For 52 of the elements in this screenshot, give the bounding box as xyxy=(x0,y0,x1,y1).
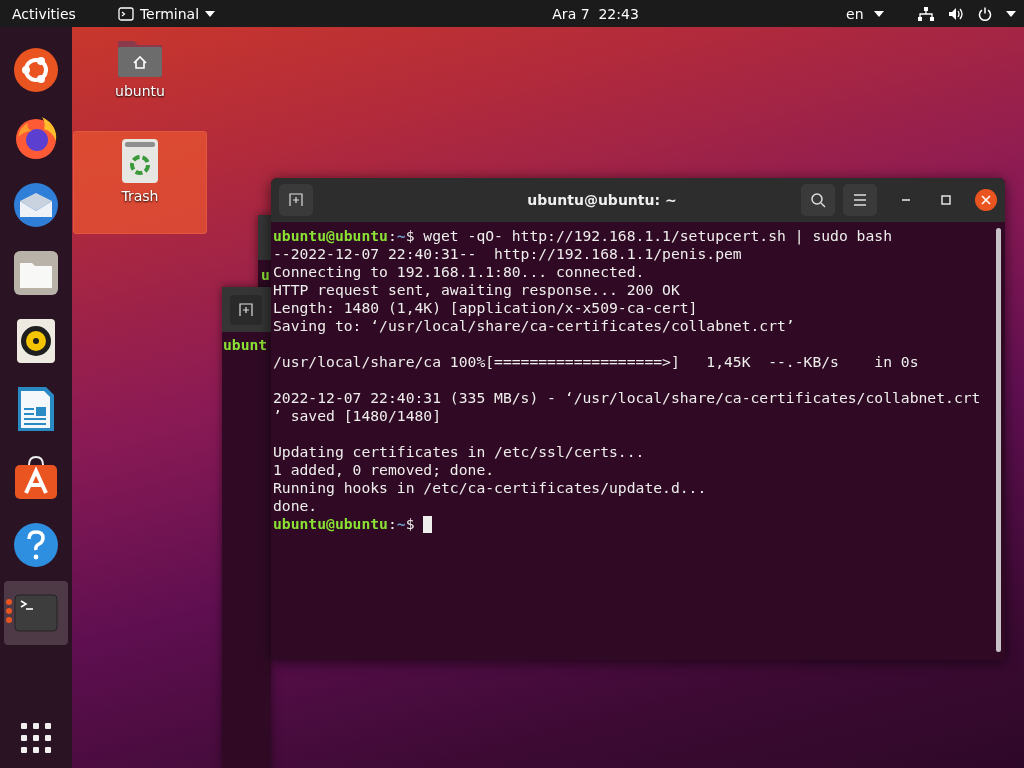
ubuntu-logo-icon xyxy=(12,45,60,93)
caret-icon xyxy=(205,10,216,17)
power-icon[interactable] xyxy=(978,6,992,21)
shopping-bag-icon xyxy=(12,453,60,501)
scrollbar[interactable] xyxy=(996,228,1001,652)
app-menu[interactable]: Terminal xyxy=(109,0,224,27)
terminal-line: Connecting to 192.168.1.1:80... connected. xyxy=(273,263,645,281)
terminal-line: done. xyxy=(273,497,318,515)
terminal-text: u xyxy=(261,266,270,284)
search-button[interactable] xyxy=(801,184,835,216)
menu-button[interactable] xyxy=(843,184,877,216)
menu-icon xyxy=(853,194,867,206)
new-tab-button[interactable] xyxy=(279,184,313,216)
volume-icon[interactable] xyxy=(948,6,964,21)
desktop-icon[interactable]: Trash xyxy=(73,131,207,234)
home-folder-icon xyxy=(116,39,164,79)
close-icon xyxy=(981,195,991,205)
new-tab-icon xyxy=(289,193,303,207)
terminal-line: 1 added, 0 removed; done. xyxy=(273,461,495,479)
folder-icon xyxy=(12,249,60,297)
new-tab-icon xyxy=(239,302,253,317)
terminal-line: Saving to: ‘/usr/local/share/ca-certificates/collabnet.crt’ xyxy=(273,317,795,335)
caret-icon[interactable] xyxy=(1006,10,1016,17)
minimize-icon xyxy=(901,199,911,201)
background-window[interactable]: u xyxy=(258,215,271,287)
terminal-line: ’ saved [1480/1480] xyxy=(273,407,441,425)
maximize-icon xyxy=(941,195,951,205)
clock[interactable]: Ara 7 22:43 xyxy=(544,0,647,27)
terminal-line: ubuntu@ubuntu:~$ wget -qO- http://192.168.1.1/setupcert.sh | sudo bash xyxy=(273,227,892,245)
terminal-line: /usr/local/share/ca 100%[===================>] 1,45K --.-KB/s in 0s xyxy=(273,353,919,371)
close-button[interactable] xyxy=(975,189,997,211)
terminal-line: Length: 1480 (1,4K) [application/x-x509-ca-cert] xyxy=(273,299,698,317)
activities-button[interactable]: Activities xyxy=(4,0,84,27)
terminal-line: Updating certificates in /etc/ssl/certs... xyxy=(273,443,645,461)
keyboard-layout-menu[interactable]: en xyxy=(838,0,892,27)
background-window[interactable]: ubunt xyxy=(222,287,271,768)
search-icon xyxy=(810,192,826,208)
terminal-line: 2022-12-07 22:40:31 (335 MB/s) - ‘/usr/local/share/ca-certificates/collabnet.crt xyxy=(273,389,981,407)
terminal-line: HTTP request sent, awaiting response... 200 OK xyxy=(273,281,680,299)
terminal-line: --2022-12-07 22:40:31-- http://192.168.1.1/penis.pem xyxy=(273,245,742,263)
app-grid-icon[interactable] xyxy=(20,722,52,754)
caret-icon xyxy=(874,10,884,17)
window-title: ubuntu@ubuntu: ~ xyxy=(526,192,678,208)
terminal-line: ubuntu@ubuntu:~$ xyxy=(273,515,415,533)
trash-icon xyxy=(121,138,159,184)
terminal-icon xyxy=(117,6,134,21)
help-icon xyxy=(12,521,60,569)
terminal-text: ubunt xyxy=(223,336,268,354)
envelope-icon xyxy=(12,181,60,229)
terminal-line: Running hooks in /etc/ca-certificates/update.d... xyxy=(273,479,707,497)
network-icon[interactable] xyxy=(918,6,934,21)
new-tab-button[interactable] xyxy=(230,294,262,325)
